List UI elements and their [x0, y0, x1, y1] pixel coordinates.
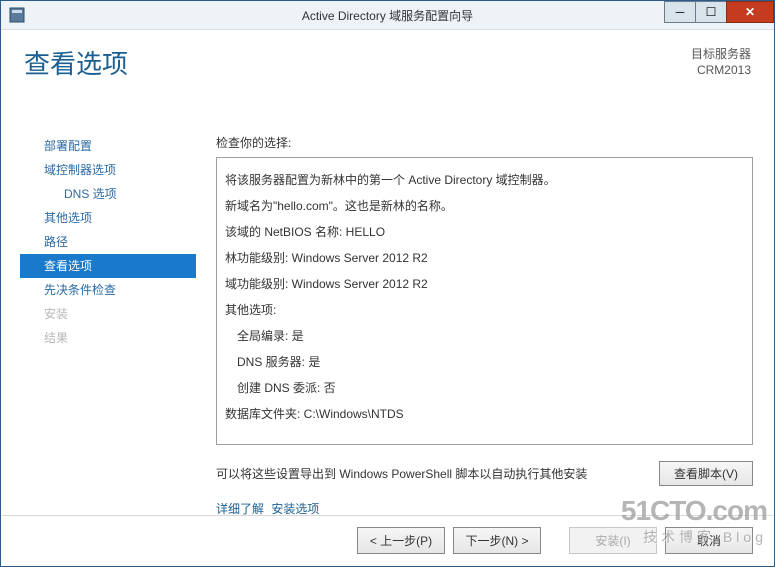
summary-line: 该域的 NetBIOS 名称: HELLO	[225, 222, 744, 242]
summary-line: 全局编录: 是	[225, 326, 744, 346]
summary-line: 林功能级别: Windows Server 2012 R2	[225, 248, 744, 268]
summary-line: 域功能级别: Windows Server 2012 R2	[225, 274, 744, 294]
summary-line: 数据库文件夹: C:\Windows\NTDS	[225, 404, 744, 424]
nav-item-0[interactable]: 部署配置	[20, 134, 196, 158]
header: 查看选项 目标服务器 CRM2013	[2, 30, 773, 110]
wizard-nav: 部署配置域控制器选项DNS 选项其他选项路径查看选项先决条件检查安装结果	[20, 134, 196, 350]
export-description: 可以将这些设置导出到 Windows PowerShell 脚本以自动执行其他安…	[216, 465, 659, 482]
main-panel: 检查你的选择: 将该服务器配置为新林中的第一个 Active Directory…	[216, 134, 753, 515]
export-row: 可以将这些设置导出到 Windows PowerShell 脚本以自动执行其他安…	[216, 461, 753, 486]
page-title: 查看选项	[24, 44, 128, 81]
summary-line: DNS 服务器: 是	[225, 352, 744, 372]
summary-line: 将该服务器配置为新林中的第一个 Active Directory 域控制器。	[225, 170, 744, 190]
window-title: Active Directory 域服务配置向导	[1, 7, 774, 24]
window-buttons: ─ ☐ ✕	[665, 1, 774, 23]
view-script-button[interactable]: 查看脚本(V)	[659, 461, 753, 486]
title-bar[interactable]: Active Directory 域服务配置向导 ─ ☐ ✕	[1, 1, 774, 30]
summary-textbox[interactable]: 将该服务器配置为新林中的第一个 Active Directory 域控制器。新域…	[216, 157, 753, 445]
target-server-label: 目标服务器	[691, 46, 751, 62]
nav-item-1[interactable]: 域控制器选项	[20, 158, 196, 182]
next-button[interactable]: 下一步(N) >	[453, 527, 541, 554]
summary-line: 新域名为"hello.com"。这也是新林的名称。	[225, 196, 744, 216]
app-icon	[7, 5, 27, 25]
close-button[interactable]: ✕	[726, 1, 774, 23]
nav-item-5[interactable]: 查看选项	[20, 254, 196, 278]
summary-line: 其他选项:	[225, 300, 744, 320]
summary-line: 创建 DNS 委派: 否	[225, 378, 744, 398]
previous-button[interactable]: < 上一步(P)	[357, 527, 445, 554]
nav-item-4[interactable]: 路径	[20, 230, 196, 254]
footer-buttons: < 上一步(P) 下一步(N) > 安装(I) 取消	[2, 515, 773, 565]
learn-more-link[interactable]: 详细了解	[216, 502, 264, 516]
nav-item-2[interactable]: DNS 选项	[20, 182, 196, 206]
nav-item-3[interactable]: 其他选项	[20, 206, 196, 230]
wizard-body: 查看选项 目标服务器 CRM2013 部署配置域控制器选项DNS 选项其他选项路…	[2, 30, 773, 565]
install-button: 安装(I)	[569, 527, 657, 554]
target-server-block: 目标服务器 CRM2013	[691, 46, 751, 78]
cancel-button[interactable]: 取消	[665, 527, 753, 554]
maximize-button[interactable]: ☐	[695, 1, 727, 23]
nav-item-7: 安装	[20, 302, 196, 326]
content: 部署配置域控制器选项DNS 选项其他选项路径查看选项先决条件检查安装结果 检查你…	[2, 120, 773, 515]
install-options-link[interactable]: 安装选项	[271, 502, 319, 516]
minimize-button[interactable]: ─	[664, 1, 696, 23]
wizard-window: Active Directory 域服务配置向导 ─ ☐ ✕ 查看选项 目标服务…	[0, 0, 775, 567]
target-server-name: CRM2013	[691, 62, 751, 78]
nav-item-8: 结果	[20, 326, 196, 350]
review-prompt: 检查你的选择:	[216, 134, 753, 151]
nav-item-6[interactable]: 先决条件检查	[20, 278, 196, 302]
